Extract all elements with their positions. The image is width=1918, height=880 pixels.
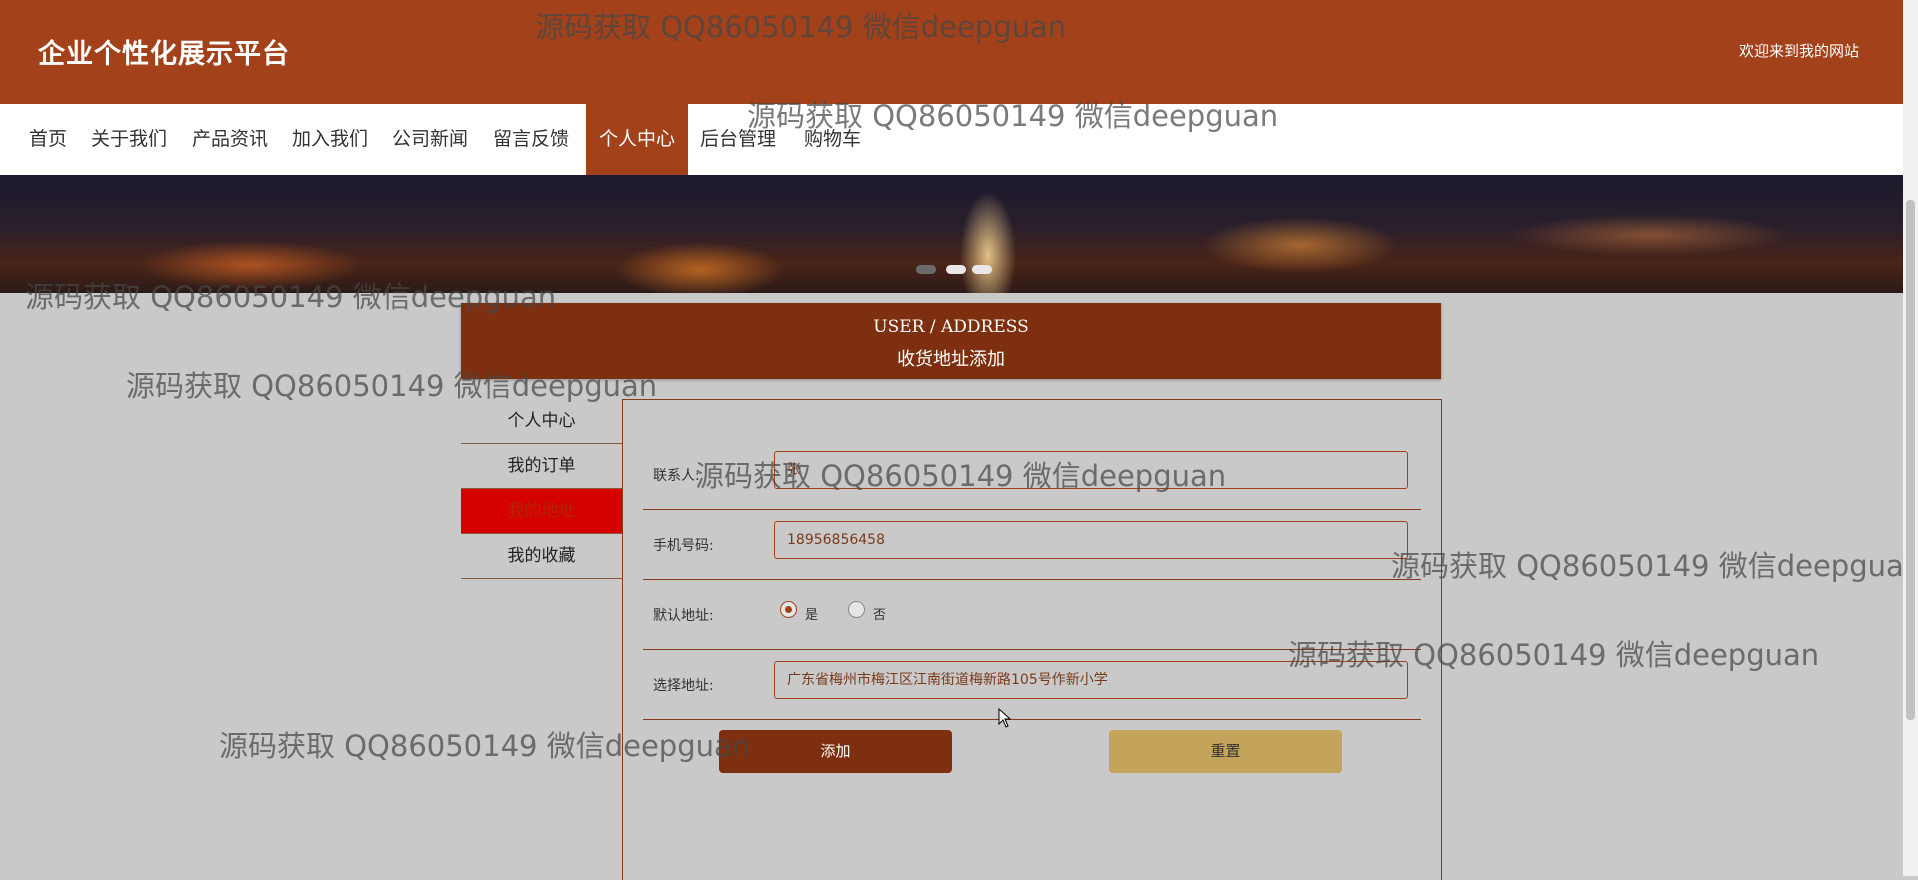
nav-item-about[interactable]: 关于我们: [91, 104, 167, 175]
main-nav: 首页 关于我们 产品资讯 加入我们 公司新闻 留言反馈 个人中心 后台管理 购物…: [0, 104, 1903, 175]
address-label: 选择地址:: [653, 678, 714, 694]
form-row-default: 默认地址: 是 否: [643, 580, 1421, 650]
default-yes-label[interactable]: 是: [805, 604, 818, 623]
site-title[interactable]: 企业个性化展示平台: [38, 32, 290, 71]
form-row-contact: 联系人: 张: [643, 440, 1421, 510]
carousel-dot-1[interactable]: [916, 265, 936, 274]
default-yes-radio[interactable]: [780, 601, 797, 618]
phone-label: 手机号码:: [653, 538, 714, 554]
nav-item-news[interactable]: 公司新闻: [392, 104, 468, 175]
sidebar-item-address[interactable]: 我的地址: [461, 489, 622, 534]
phone-input[interactable]: 18956856458: [774, 521, 1408, 559]
nav-item-feedback[interactable]: 留言反馈: [493, 104, 569, 175]
form-row-phone: 手机号码: 18956856458: [643, 510, 1421, 580]
watermark-text: 源码获取 QQ86050149 微信deepguan: [1391, 549, 1903, 583]
nav-item-home[interactable]: 首页: [29, 104, 67, 175]
address-panel-header: USER / ADDRESS 收货地址添加: [461, 303, 1441, 379]
default-no-label[interactable]: 否: [873, 604, 886, 623]
panel-title-cn: 收货地址添加: [897, 349, 1005, 370]
address-input[interactable]: 广东省梅州市梅江区江南街道梅新路105号作新小学: [774, 661, 1408, 699]
banner-carousel: [0, 175, 1903, 293]
contact-label: 联系人:: [653, 468, 700, 484]
address-form: 联系人: 张 手机号码: 18956856458 默认地址: 是 否 选择地址:…: [622, 399, 1442, 880]
default-label: 默认地址:: [653, 608, 714, 624]
nav-item-products[interactable]: 产品资讯: [192, 104, 268, 175]
user-sidebar: 个人中心 我的订单 我的地址 我的收藏: [461, 399, 622, 579]
nav-item-join[interactable]: 加入我们: [292, 104, 368, 175]
welcome-text: 欢迎来到我的网站: [1738, 42, 1859, 60]
site-header: 企业个性化展示平台 欢迎来到我的网站: [0, 0, 1903, 104]
default-no-radio[interactable]: [848, 601, 865, 618]
form-row-address: 选择地址: 广东省梅州市梅江区江南街道梅新路105号作新小学: [643, 650, 1421, 720]
panel-title-en: USER / ADDRESS: [873, 317, 1029, 337]
sidebar-item-orders[interactable]: 我的订单: [461, 444, 622, 489]
page-scrollbar[interactable]: [1903, 0, 1918, 876]
reset-button[interactable]: 重置: [1109, 730, 1342, 773]
carousel-dot-3[interactable]: [972, 265, 992, 274]
sidebar-item-favorites[interactable]: 我的收藏: [461, 534, 622, 579]
nav-item-cart[interactable]: 购物车: [804, 104, 861, 175]
nav-item-profile[interactable]: 个人中心: [586, 104, 688, 175]
contact-input[interactable]: 张: [774, 451, 1408, 489]
scrollbar-thumb[interactable]: [1906, 200, 1915, 720]
add-button[interactable]: 添加: [719, 730, 952, 773]
mouse-cursor-icon: [998, 708, 1012, 728]
sidebar-item-profile[interactable]: 个人中心: [461, 399, 622, 444]
carousel-dot-2[interactable]: [946, 265, 966, 274]
nav-item-admin[interactable]: 后台管理: [700, 104, 776, 175]
